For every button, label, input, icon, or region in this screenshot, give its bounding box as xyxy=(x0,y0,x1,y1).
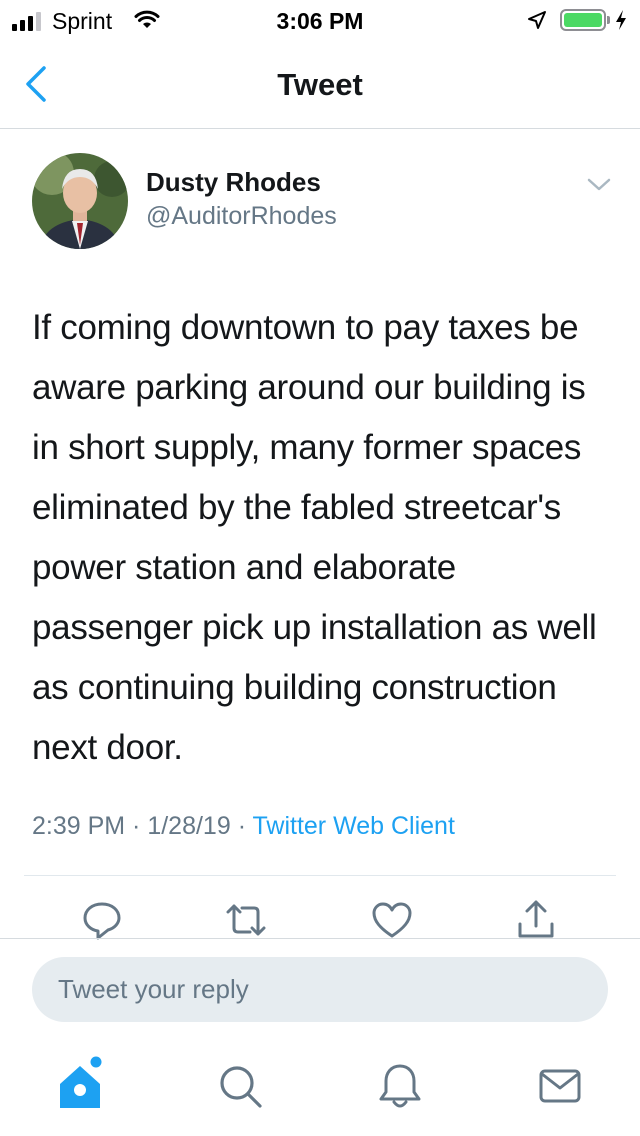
home-icon[interactable] xyxy=(50,1056,110,1116)
author-name[interactable]: Dusty Rhodes xyxy=(146,167,321,198)
reply-input[interactable] xyxy=(32,957,608,1022)
meta-separator: · xyxy=(125,812,148,840)
divider xyxy=(0,938,640,939)
tweet-date: 1/28/19 xyxy=(147,812,231,840)
tweet-detail-screen: Sprint 3:06 PM Tweet Dusty Rhodes @Audit… xyxy=(0,0,640,1136)
like-icon[interactable] xyxy=(370,898,414,942)
meta-separator: · xyxy=(230,812,253,840)
charging-icon xyxy=(616,10,626,30)
author-handle[interactable]: @AuditorRhodes xyxy=(146,202,337,231)
battery-fill xyxy=(564,13,602,27)
reply-box[interactable] xyxy=(32,957,608,1022)
retweet-icon[interactable] xyxy=(224,898,268,942)
reply-icon[interactable] xyxy=(80,898,124,942)
tweet-text: If coming downtown to pay taxes be aware… xyxy=(32,308,597,767)
tweet-source-link[interactable]: Twitter Web Client xyxy=(253,812,455,840)
search-icon[interactable] xyxy=(210,1056,270,1116)
nav-bar: Tweet xyxy=(0,40,640,129)
chevron-down-icon[interactable] xyxy=(586,176,612,194)
battery-tip xyxy=(607,16,610,24)
notifications-icon[interactable] xyxy=(370,1056,430,1116)
share-icon[interactable] xyxy=(514,898,558,942)
status-bar: Sprint 3:06 PM xyxy=(0,0,640,40)
avatar[interactable] xyxy=(32,153,128,249)
messages-icon[interactable] xyxy=(530,1056,590,1116)
location-icon xyxy=(528,11,546,29)
battery-icon xyxy=(560,9,606,31)
divider xyxy=(24,875,616,876)
tweet-meta: 2:39 PM · 1/28/19 · Twitter Web Client xyxy=(32,812,455,841)
tweet-time: 2:39 PM xyxy=(32,812,126,840)
page-title: Tweet xyxy=(277,67,363,102)
